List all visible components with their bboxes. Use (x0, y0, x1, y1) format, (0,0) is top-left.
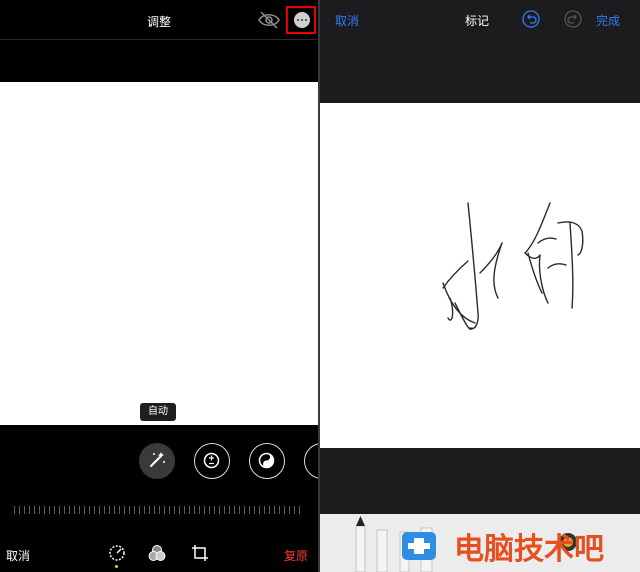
tool-tooltip: 自动 (140, 403, 176, 421)
canvas-bottom-margin (320, 448, 640, 514)
ellipsis-circle-icon[interactable] (294, 12, 310, 28)
watermark-text: 电脑技术吧 (454, 532, 604, 567)
magic-wand-icon (150, 452, 165, 467)
undo-icon[interactable] (522, 10, 540, 28)
photo-preview (0, 82, 318, 425)
next-tool-button[interactable] (304, 443, 318, 479)
markup-title: 标记 (465, 14, 490, 28)
done-button[interactable]: 完成 (596, 12, 620, 29)
markup-canvas[interactable] (320, 103, 640, 448)
exposure-tool-button[interactable] (194, 443, 230, 479)
filters-icon[interactable] (148, 544, 166, 562)
markup-panel: 取消 标记 完成 电脑技术吧 (320, 0, 640, 572)
watermark-logo (402, 532, 436, 560)
header-divider (0, 39, 318, 40)
brilliance-icon (258, 452, 275, 469)
markup-cancel-button[interactable]: 取消 (335, 12, 359, 29)
pen-icon[interactable] (355, 516, 366, 572)
markup-tool-tray: 电脑技术吧 (320, 514, 640, 572)
canvas-top-margin (320, 37, 640, 103)
marker-icon[interactable] (376, 529, 388, 572)
photo-adjust-panel: 调整 自动 取消 复原 (0, 0, 318, 572)
active-tab-indicator (115, 565, 118, 568)
auto-tool-button[interactable] (139, 443, 175, 479)
partial-tool-icon (305, 444, 318, 477)
eye-slash-icon[interactable] (258, 11, 280, 29)
adjust-icon[interactable] (108, 544, 126, 562)
revert-button[interactable]: 复原 (284, 547, 308, 564)
crop-icon[interactable] (191, 544, 209, 562)
exposure-icon (203, 452, 220, 469)
brilliance-tool-button[interactable] (249, 443, 285, 479)
adjust-slider[interactable] (14, 506, 304, 514)
handwritten-signature (442, 202, 584, 330)
cancel-button[interactable]: 取消 (6, 547, 30, 564)
redo-icon[interactable] (564, 10, 582, 28)
